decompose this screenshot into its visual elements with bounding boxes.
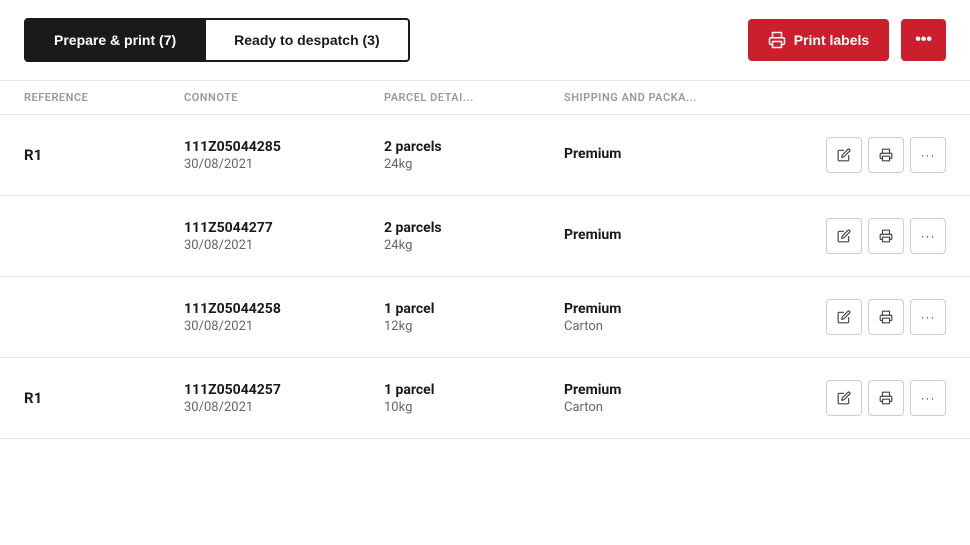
cell-parcel-2: 1 parcel 12kg xyxy=(384,301,564,334)
edit-icon-1 xyxy=(837,229,851,243)
tab-prepare[interactable]: Prepare & print (7) xyxy=(26,20,204,60)
header-actions xyxy=(786,91,946,104)
parcel-weight-1: 24kg xyxy=(384,238,564,253)
row-more-icon-0: ··· xyxy=(921,148,936,162)
print-button-2[interactable] xyxy=(868,299,904,335)
cell-parcel-3: 1 parcel 10kg xyxy=(384,382,564,415)
print-icon-1 xyxy=(879,229,893,243)
row-more-icon-2: ··· xyxy=(921,310,936,324)
parcel-count-1: 2 parcels xyxy=(384,220,564,236)
table-row: 111Z5044277 30/08/2021 2 parcels 24kg Pr… xyxy=(0,196,970,277)
print-icon-0 xyxy=(879,148,893,162)
connote-date-2: 30/08/2021 xyxy=(184,319,384,334)
parcel-count-2: 1 parcel xyxy=(384,301,564,317)
cell-actions-1: ··· xyxy=(786,218,946,254)
cell-actions-2: ··· xyxy=(786,299,946,335)
tab-despatch[interactable]: Ready to despatch (3) xyxy=(204,20,407,60)
connote-number-2: 111Z05044258 xyxy=(184,301,384,317)
header-parcel: PARCEL DETAI... xyxy=(384,91,564,104)
more-options-button[interactable]: ••• xyxy=(901,19,946,61)
connote-number-0: 111Z05044285 xyxy=(184,139,384,155)
table-row: R1 111Z05044257 30/08/2021 1 parcel 10kg… xyxy=(0,358,970,439)
print-button-3[interactable] xyxy=(868,380,904,416)
header-connote: CONNOTE xyxy=(184,91,384,104)
shipping-type-2: Carton xyxy=(564,319,786,334)
cell-reference-0: R1 xyxy=(24,146,184,164)
connote-date-0: 30/08/2021 xyxy=(184,157,384,172)
cell-connote-3: 111Z05044257 30/08/2021 xyxy=(184,382,384,415)
row-more-button-0[interactable]: ··· xyxy=(910,137,946,173)
cell-actions-0: ··· xyxy=(786,137,946,173)
row-more-button-1[interactable]: ··· xyxy=(910,218,946,254)
cell-shipping-2: Premium Carton xyxy=(564,301,786,334)
parcel-weight-2: 12kg xyxy=(384,319,564,334)
cell-parcel-0: 2 parcels 24kg xyxy=(384,139,564,172)
print-button-1[interactable] xyxy=(868,218,904,254)
connote-date-1: 30/08/2021 xyxy=(184,238,384,253)
row-more-icon-1: ··· xyxy=(921,229,936,243)
edit-button-0[interactable] xyxy=(826,137,862,173)
top-bar: Prepare & print (7) Ready to despatch (3… xyxy=(0,0,970,81)
cell-shipping-3: Premium Carton xyxy=(564,382,786,415)
cell-connote-0: 111Z05044285 30/08/2021 xyxy=(184,139,384,172)
table-row: R1 111Z05044285 30/08/2021 2 parcels 24k… xyxy=(0,115,970,196)
edit-icon-2 xyxy=(837,310,851,324)
printer-icon xyxy=(768,31,786,49)
cell-reference-3: R1 xyxy=(24,389,184,407)
parcel-count-3: 1 parcel xyxy=(384,382,564,398)
connote-number-3: 111Z05044257 xyxy=(184,382,384,398)
connote-number-1: 111Z5044277 xyxy=(184,220,384,236)
print-labels-label: Print labels xyxy=(794,32,869,48)
parcel-count-0: 2 parcels xyxy=(384,139,564,155)
print-button-0[interactable] xyxy=(868,137,904,173)
row-more-icon-3: ··· xyxy=(921,391,936,405)
edit-button-1[interactable] xyxy=(826,218,862,254)
cell-connote-1: 111Z5044277 30/08/2021 xyxy=(184,220,384,253)
shipping-service-0: Premium xyxy=(564,146,786,162)
print-icon-3 xyxy=(879,391,893,405)
row-more-button-3[interactable]: ··· xyxy=(910,380,946,416)
print-icon-2 xyxy=(879,310,893,324)
cell-actions-3: ··· xyxy=(786,380,946,416)
more-icon: ••• xyxy=(915,31,932,48)
header-shipping: SHIPPING AND PACKA... xyxy=(564,91,786,104)
shipping-service-1: Premium xyxy=(564,227,786,243)
shipping-service-2: Premium xyxy=(564,301,786,317)
parcel-weight-3: 10kg xyxy=(384,400,564,415)
edit-button-3[interactable] xyxy=(826,380,862,416)
tab-group: Prepare & print (7) Ready to despatch (3… xyxy=(24,18,410,62)
edit-icon-0 xyxy=(837,148,851,162)
header-reference: REFERENCE xyxy=(24,91,184,104)
cell-parcel-1: 2 parcels 24kg xyxy=(384,220,564,253)
connote-date-3: 30/08/2021 xyxy=(184,400,384,415)
print-labels-button[interactable]: Print labels xyxy=(748,19,889,61)
table-header: REFERENCE CONNOTE PARCEL DETAI... SHIPPI… xyxy=(0,81,970,115)
table-row: 111Z05044258 30/08/2021 1 parcel 12kg Pr… xyxy=(0,277,970,358)
edit-button-2[interactable] xyxy=(826,299,862,335)
table-body: R1 111Z05044285 30/08/2021 2 parcels 24k… xyxy=(0,115,970,439)
shipping-service-3: Premium xyxy=(564,382,786,398)
cell-shipping-0: Premium xyxy=(564,146,786,164)
row-more-button-2[interactable]: ··· xyxy=(910,299,946,335)
edit-icon-3 xyxy=(837,391,851,405)
parcel-weight-0: 24kg xyxy=(384,157,564,172)
cell-connote-2: 111Z05044258 30/08/2021 xyxy=(184,301,384,334)
cell-shipping-1: Premium xyxy=(564,227,786,245)
shipping-type-3: Carton xyxy=(564,400,786,415)
